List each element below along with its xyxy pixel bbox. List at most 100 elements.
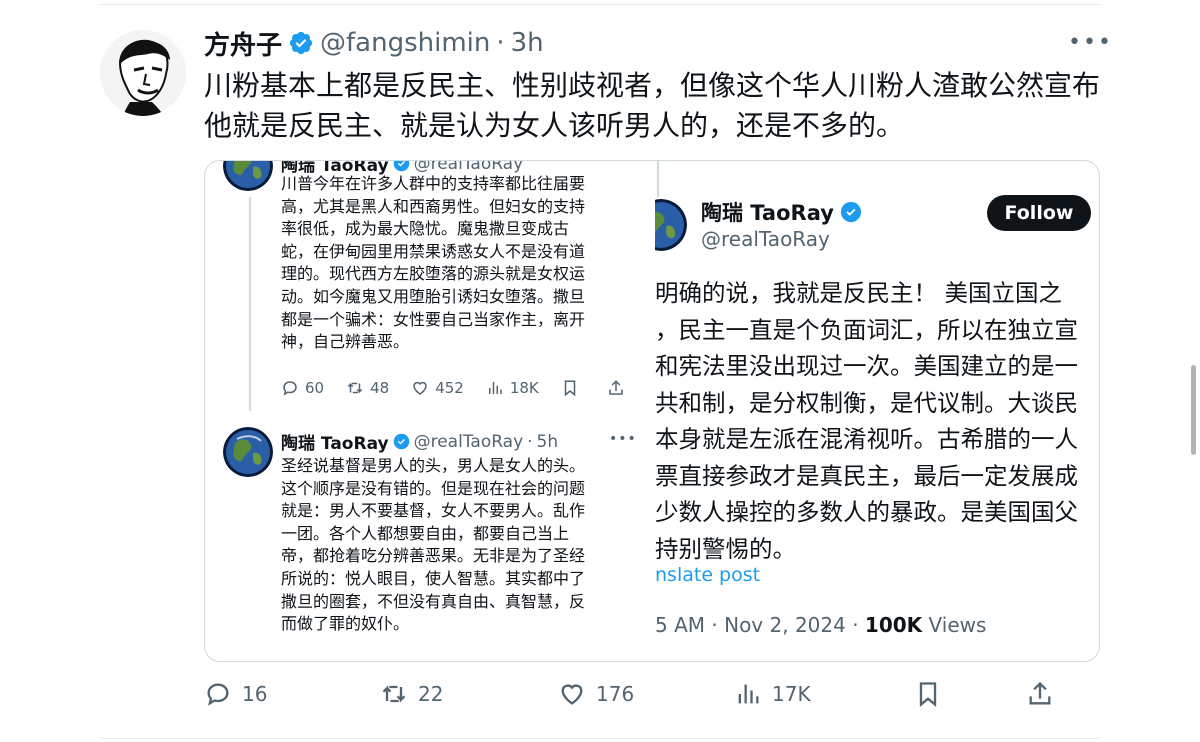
views-count: 100K (864, 613, 923, 637)
right-line: 和宪法里没出现过一次。美国建立的是一 (655, 352, 1078, 380)
earth-avatar (223, 427, 273, 477)
post1-line: 高，尤其是黑人和西裔男性。但妇女的支持 (281, 196, 586, 216)
verified-badge-icon (289, 31, 313, 55)
post1-views: 18K (486, 379, 539, 397)
right-line: 持别警惕的。 (655, 534, 796, 563)
more-dots-icon: ••• (609, 431, 637, 447)
right-line: 票直接参政才是真民主，最后一定发展成 (655, 461, 1078, 490)
post1-line: 神，自己辨善恶。 (281, 332, 410, 352)
attached-image[interactable]: 陶瑞 TaoRay @realTaoRay 川普今年在许多人群中的支持率都比往届… (204, 160, 1100, 662)
post1-view-count: 18K (509, 379, 539, 397)
post2-line: 帝，都抢着吃分辨善恶果。无非是为了圣经 (281, 546, 586, 566)
post1-line: 理的。现代西方左胶堕落的源头就是女权运 (281, 264, 586, 284)
views-label: Views (928, 613, 987, 637)
post1-actions: 60 48 452 18K (281, 379, 645, 397)
share-icon (609, 380, 623, 395)
retweet-count: 22 (418, 682, 444, 706)
earth-avatar (223, 161, 273, 191)
post2-header: 陶瑞 TaoRay @realTaoRay · 5h (281, 429, 559, 455)
post2-line: 而做了罪的奴仆。 (281, 614, 410, 634)
translate-post-link: nslate post (655, 564, 761, 586)
post1-text: 川普今年在许多人群中的支持率都比往届要 高，尤其是黑人和西裔男性。但妇女的支持 … (281, 173, 633, 354)
share-button[interactable] (1026, 680, 1064, 708)
post1-line: 率很低，成为最大隐忧。魔鬼撒旦变成古 (281, 219, 570, 239)
retweet-icon (347, 382, 363, 394)
top-divider (100, 4, 1100, 5)
post1-handle: @realTaoRay (413, 161, 524, 174)
meta-separator: · (852, 613, 859, 637)
right-line: 明确的说，我就是反民主！ 美国立国之 (655, 279, 1062, 307)
reply-icon (207, 683, 229, 706)
right-handle: @realTaoRay (701, 227, 830, 251)
post1-retweet-count: 48 (370, 379, 390, 397)
right-line: 少数人操控的多数人的暴政。是美国国父 (655, 498, 1078, 526)
like-button[interactable]: 176 (558, 680, 634, 708)
post1-line: 蛇，在伊甸园里用禁果诱惑女人不是没有道 (281, 241, 586, 261)
post1-bookmark (561, 379, 585, 397)
post1-reply-count: 60 (305, 379, 325, 397)
right-line: 共和制，是分权制衡，是代议制。大谈民 (655, 388, 1078, 417)
like-count: 176 (596, 682, 635, 706)
post2-line: 圣经说基督是男人的头，男人是女人的头。 (281, 456, 586, 475)
verified-badge-icon (393, 161, 409, 172)
right-line: ，民主一直是个负面词汇，所以在独立宣 (655, 315, 1078, 344)
right-author: 陶瑞 TaoRay (701, 197, 862, 227)
reply-button[interactable]: 16 (204, 680, 267, 708)
post2-line: 一团。各个人都想要自由，都要自己当上 (281, 523, 570, 543)
meta-separator: · (711, 613, 718, 637)
post2-line: 这个顺序是没有错的。但是现在社会的问题 (281, 478, 586, 498)
post-date: Nov 2, 2024 (724, 613, 846, 637)
views-icon (488, 382, 502, 394)
post1-share (607, 379, 631, 397)
bookmark-icon (919, 682, 937, 707)
post2-time: 5h (536, 431, 559, 452)
tweet-header: 方舟子 @fangshimin · 3h (204, 24, 544, 62)
right-screenshot-panel: 陶瑞 TaoRay @realTaoRay Follow 明确的说，我就是反民主… (655, 161, 1099, 661)
post1-like: 452 (411, 379, 464, 397)
left-screenshot-panel: 陶瑞 TaoRay @realTaoRay 川普今年在许多人群中的支持率都比往届… (205, 161, 645, 661)
heart-icon (413, 381, 427, 395)
retweet-button[interactable]: 22 (380, 680, 443, 708)
author-avatar[interactable] (100, 30, 186, 116)
tweet-text-line: 川粉基本上都是反民主、性别歧视者，但像这个华人川粉人渣敢公然宣布 (204, 69, 1101, 102)
post2-text: 圣经说基督是男人的头，男人是女人的头。 这个顺序是没有错的。但是现在社会的问题 … (281, 455, 633, 636)
post2-line: 所说的：悦人眼目，使人智慧。其实都中了 (281, 568, 586, 588)
tweet-text: 川粉基本上都是反民主、性别歧视者，但像这个华人川粉人渣敢公然宣布 他就是反民主、… (204, 66, 1104, 146)
post1-retweet: 48 (346, 379, 389, 397)
verified-badge-icon (840, 201, 862, 223)
tweet-action-bar: 16 22 176 17K (204, 680, 1064, 714)
post1-line: 川普今年在许多人群中的支持率都比往届要 (281, 174, 586, 193)
scrollbar-thumb[interactable] (1191, 365, 1196, 455)
right-author-name: 陶瑞 TaoRay (701, 201, 834, 225)
post1-line: 都是一个骗术：女性要自己当家作主，离开 (281, 309, 586, 329)
post2-separator: · (527, 431, 533, 452)
tweet-time[interactable]: 3h (511, 28, 544, 58)
right-line: 本身就是左派在混淆视听。古希腊的一人 (655, 425, 1078, 453)
post-meta: 5 AM · Nov 2, 2024 · 100K Views (655, 613, 986, 637)
follow-button: Follow (987, 195, 1091, 231)
tweet-text-line: 他就是反民主、就是认为女人该听男人的，还是不多的。 (204, 109, 905, 142)
post2-handle: @realTaoRay (413, 431, 524, 452)
right-post-text: 明确的说，我就是反民主！ 美国立国之 ，民主一直是个负面词汇，所以在独立宣 和宪… (655, 275, 1099, 567)
bookmark-icon (564, 380, 576, 397)
post2-line: 撒旦的圈套，不但没有真自由、真智慧，反 (281, 591, 586, 611)
post1-like-count: 452 (435, 379, 464, 397)
author-handle[interactable]: @fangshimin (320, 28, 490, 58)
bottom-divider (100, 738, 1100, 739)
bookmark-button[interactable] (914, 680, 952, 708)
more-dots-icon[interactable]: ••• (1068, 30, 1113, 55)
thread-line (249, 197, 251, 411)
view-count: 17K (772, 682, 811, 706)
reply-count: 16 (242, 682, 268, 706)
verified-badge-icon (393, 433, 409, 450)
post2-author: 陶瑞 TaoRay (281, 434, 389, 454)
retweet-icon (382, 685, 406, 703)
author-name[interactable]: 方舟子 (204, 25, 282, 62)
heart-icon (561, 684, 583, 705)
views-button[interactable]: 17K (734, 680, 811, 708)
share-icon (1029, 681, 1051, 705)
reply-icon (283, 381, 297, 396)
post-time: 5 AM (655, 613, 706, 637)
post1-reply: 60 (281, 379, 324, 397)
header-separator: · (496, 28, 505, 58)
